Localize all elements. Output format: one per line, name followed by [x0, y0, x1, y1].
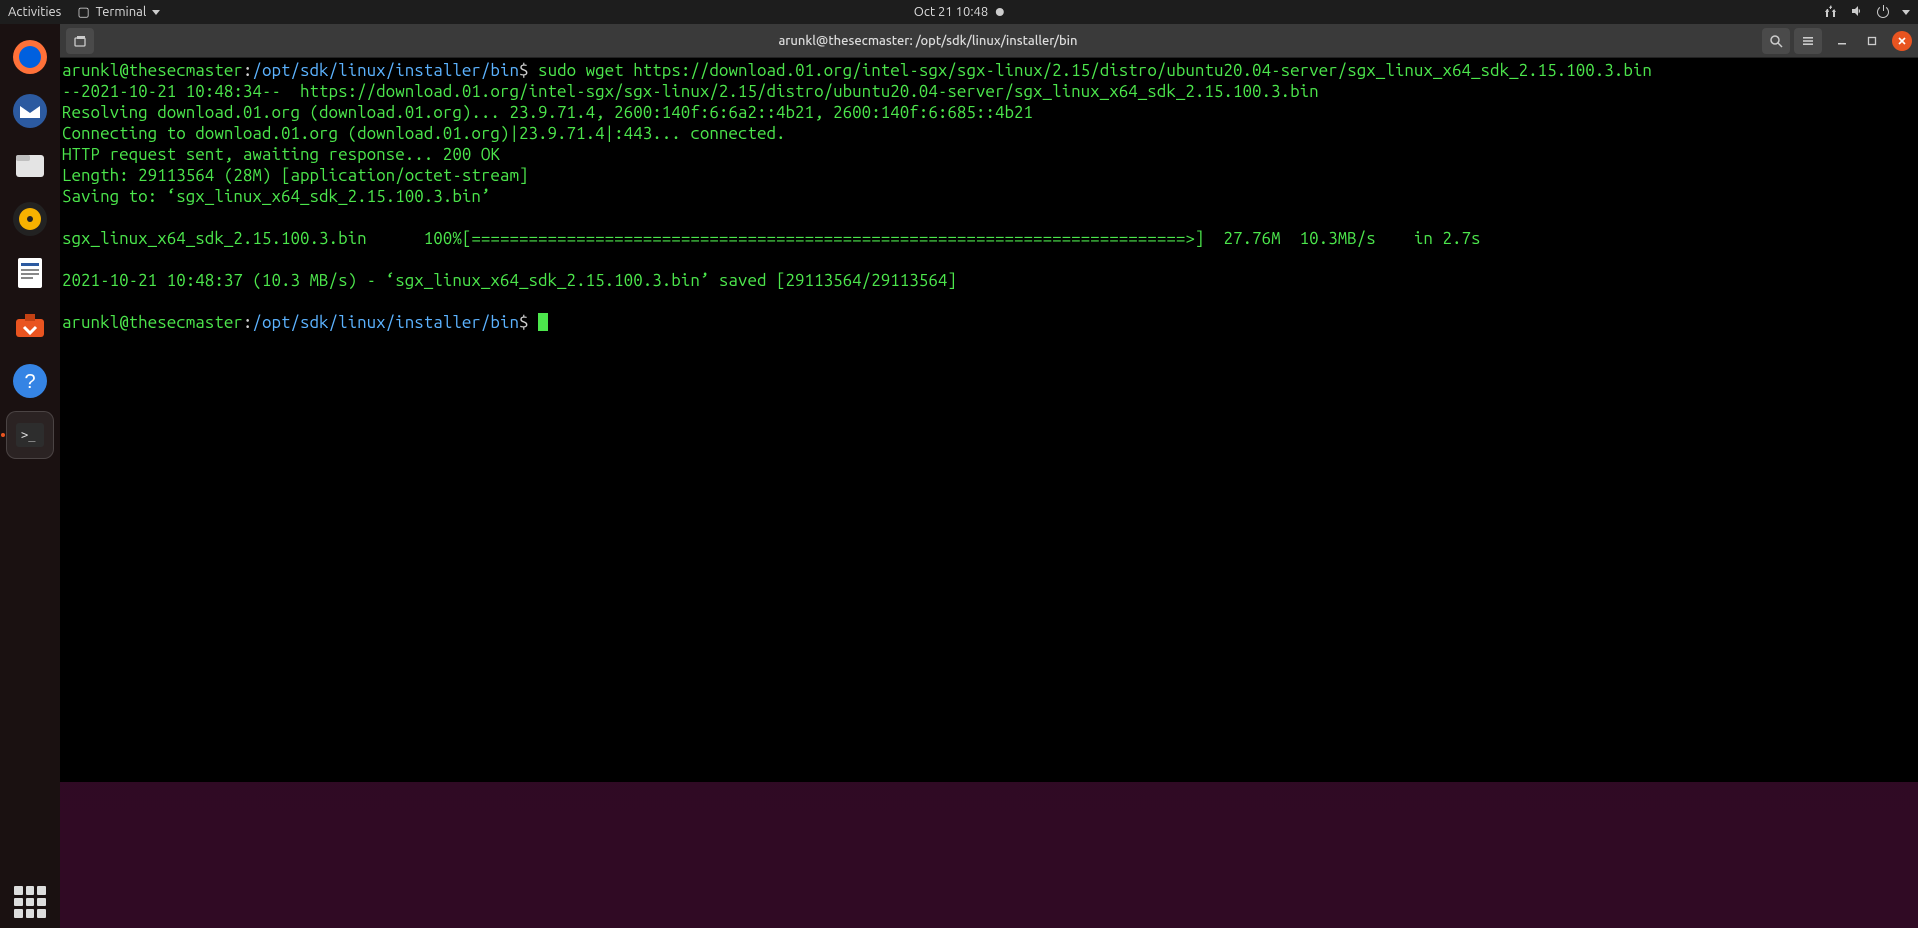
- prompt-dollar: $: [519, 61, 529, 80]
- hamburger-menu-button[interactable]: [1794, 28, 1822, 54]
- prompt-dollar: $: [519, 313, 529, 332]
- progress-size: 27.76M: [1223, 229, 1280, 248]
- new-tab-icon: [73, 34, 87, 48]
- dock-terminal[interactable]: >_: [6, 411, 54, 459]
- notification-dot-icon: [996, 8, 1004, 16]
- maximize-icon: [1867, 36, 1877, 46]
- power-icon: [1876, 4, 1890, 21]
- close-button[interactable]: [1892, 31, 1912, 51]
- progress-eta: in 2.7s: [1414, 229, 1481, 248]
- volume-icon: [1850, 4, 1864, 21]
- terminal-output: --2021-10-21 10:48:34-- https://download…: [62, 82, 1319, 101]
- search-button[interactable]: [1762, 28, 1790, 54]
- terminal-body[interactable]: arunkl@thesecmaster:/opt/sdk/linux/insta…: [60, 58, 1918, 782]
- dock-files[interactable]: [6, 141, 54, 189]
- command-input: sudo wget https://download.01.org/intel-…: [538, 61, 1652, 80]
- progress-filename: sgx_linux_x64_sdk_2.15.100.3.bin: [62, 229, 367, 248]
- dock-rhythmbox[interactable]: [6, 195, 54, 243]
- chevron-down-icon: [1902, 10, 1910, 15]
- terminal-window: arunkl@thesecmaster: /opt/sdk/linux/inst…: [60, 24, 1918, 782]
- prompt-user: arunkl@thesecmaster: [62, 61, 243, 80]
- close-icon: [1897, 36, 1907, 46]
- running-indicator-icon: [1, 433, 5, 437]
- clock-label: Oct 21 10:48: [914, 5, 988, 19]
- maximize-button[interactable]: [1862, 31, 1882, 51]
- progress-percent: 100%: [424, 229, 462, 248]
- prompt-sep: :: [243, 313, 253, 332]
- desktop: arunkl@thesecmaster: /opt/sdk/linux/inst…: [60, 24, 1918, 928]
- svg-text:?: ?: [24, 371, 35, 393]
- chevron-down-icon: [152, 10, 160, 15]
- window-title: arunkl@thesecmaster: /opt/sdk/linux/inst…: [94, 34, 1762, 48]
- minimize-icon: [1837, 36, 1847, 46]
- show-applications-button[interactable]: [14, 886, 46, 918]
- dock-thunderbird[interactable]: [6, 87, 54, 135]
- terminal-output: Connecting to download.01.org (download.…: [62, 124, 786, 143]
- terminal-output: HTTP request sent, awaiting response... …: [62, 145, 500, 164]
- system-tray[interactable]: [1824, 4, 1910, 21]
- svg-text:>_: >_: [21, 428, 36, 442]
- prompt-sep: :: [243, 61, 253, 80]
- cursor-icon: [538, 313, 548, 331]
- dock-libreoffice-writer[interactable]: [6, 249, 54, 297]
- dock-ubuntu-software[interactable]: [6, 303, 54, 351]
- clock[interactable]: Oct 21 10:48: [914, 5, 1004, 19]
- prompt-path: /opt/sdk/linux/installer/bin: [252, 313, 519, 332]
- prompt-user: arunkl@thesecmaster: [62, 313, 243, 332]
- dock-firefox[interactable]: [6, 33, 54, 81]
- terminal-output: Saving to: ‘sgx_linux_x64_sdk_2.15.100.3…: [62, 187, 490, 206]
- progress-bar: [=======================================…: [462, 229, 1205, 248]
- terminal-output: Length: 29113564 (28M) [application/octe…: [62, 166, 528, 185]
- minimize-button[interactable]: [1832, 31, 1852, 51]
- activities-button[interactable]: Activities: [8, 5, 61, 19]
- gnome-top-panel: Activities ▢ Terminal Oct 21 10:48: [0, 0, 1918, 24]
- terminal-icon: ▢: [77, 5, 89, 20]
- prompt-path: /opt/sdk/linux/installer/bin: [252, 61, 519, 80]
- new-tab-button[interactable]: [66, 28, 94, 54]
- app-menu[interactable]: ▢ Terminal: [77, 5, 160, 20]
- progress-speed: 10.3MB/s: [1300, 229, 1376, 248]
- network-icon: [1824, 4, 1838, 21]
- terminal-output: 2021-10-21 10:48:37 (10.3 MB/s) - ‘sgx_l…: [62, 271, 957, 290]
- titlebar: arunkl@thesecmaster: /opt/sdk/linux/inst…: [60, 24, 1918, 58]
- app-menu-label: Terminal: [96, 5, 147, 19]
- terminal-output: Resolving download.01.org (download.01.o…: [62, 103, 1033, 122]
- dock-help[interactable]: ?: [6, 357, 54, 405]
- dock: ? >_: [0, 24, 60, 928]
- hamburger-icon: [1801, 34, 1815, 48]
- search-icon: [1769, 34, 1783, 48]
